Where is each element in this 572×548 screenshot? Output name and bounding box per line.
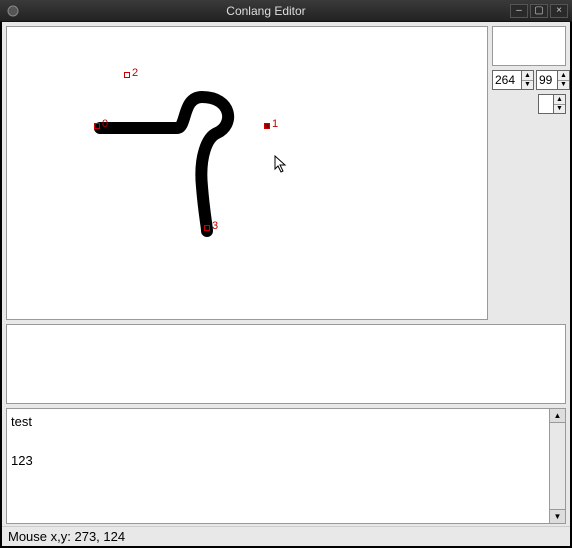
extra-step-up[interactable]: ▲ xyxy=(554,95,565,105)
y-step-up[interactable]: ▲ xyxy=(558,71,569,81)
scroll-down-button[interactable]: ▼ xyxy=(550,509,565,523)
x-step-up[interactable]: ▲ xyxy=(522,71,533,81)
upper-row: 0 1 2 3 ▲ ▼ xyxy=(2,22,570,322)
control-point-2[interactable] xyxy=(124,72,130,78)
app-window: Conlang Editor – ▢ × 0 1 2 3 xyxy=(0,0,572,548)
titlebar[interactable]: Conlang Editor – ▢ × xyxy=(0,0,572,22)
y-input[interactable] xyxy=(537,71,557,89)
extra-step-down[interactable]: ▼ xyxy=(554,105,565,114)
y-spinner[interactable]: ▲ ▼ xyxy=(536,70,570,90)
output-scrollbar[interactable]: ▲ ▼ xyxy=(549,409,565,523)
maximize-button[interactable]: ▢ xyxy=(530,4,548,18)
control-point-label-2: 2 xyxy=(132,67,138,79)
extra-input[interactable] xyxy=(539,95,553,113)
side-panel: ▲ ▼ ▲ ▼ xyxy=(490,22,570,322)
control-point-3[interactable] xyxy=(204,225,210,231)
x-step-down[interactable]: ▼ xyxy=(522,81,533,90)
window-title: Conlang Editor xyxy=(22,4,510,18)
x-input[interactable] xyxy=(493,71,521,89)
side-fill xyxy=(492,118,566,318)
control-point-0[interactable] xyxy=(94,123,100,129)
extra-spinner-row: ▲ ▼ xyxy=(492,94,566,114)
control-point-label-3: 3 xyxy=(212,220,218,232)
middle-panel[interactable] xyxy=(6,324,566,404)
y-step-down[interactable]: ▼ xyxy=(558,81,569,90)
content-area: 0 1 2 3 ▲ ▼ xyxy=(0,22,572,548)
app-menu-icon[interactable] xyxy=(4,2,22,20)
status-bar: Mouse x,y: 273, 124 xyxy=(2,526,570,546)
status-label: Mouse x,y: xyxy=(8,529,71,544)
drawing-canvas[interactable]: 0 1 2 3 xyxy=(6,26,488,320)
minimize-button[interactable]: – xyxy=(510,4,528,18)
output-panel: test 123 ▲ ▼ xyxy=(6,408,566,524)
control-point-label-0: 0 xyxy=(102,118,108,130)
output-text[interactable]: test 123 xyxy=(7,409,549,523)
control-point-label-1: 1 xyxy=(272,118,278,130)
window-controls: – ▢ × xyxy=(510,4,568,18)
coord-spinners: ▲ ▼ ▲ ▼ xyxy=(492,70,566,90)
status-value: 273, 124 xyxy=(74,529,125,544)
side-preview xyxy=(492,26,566,66)
extra-spinner[interactable]: ▲ ▼ xyxy=(538,94,566,114)
control-point-1[interactable] xyxy=(264,123,270,129)
x-spinner[interactable]: ▲ ▼ xyxy=(492,70,534,90)
close-button[interactable]: × xyxy=(550,4,568,18)
scroll-up-button[interactable]: ▲ xyxy=(550,409,565,423)
